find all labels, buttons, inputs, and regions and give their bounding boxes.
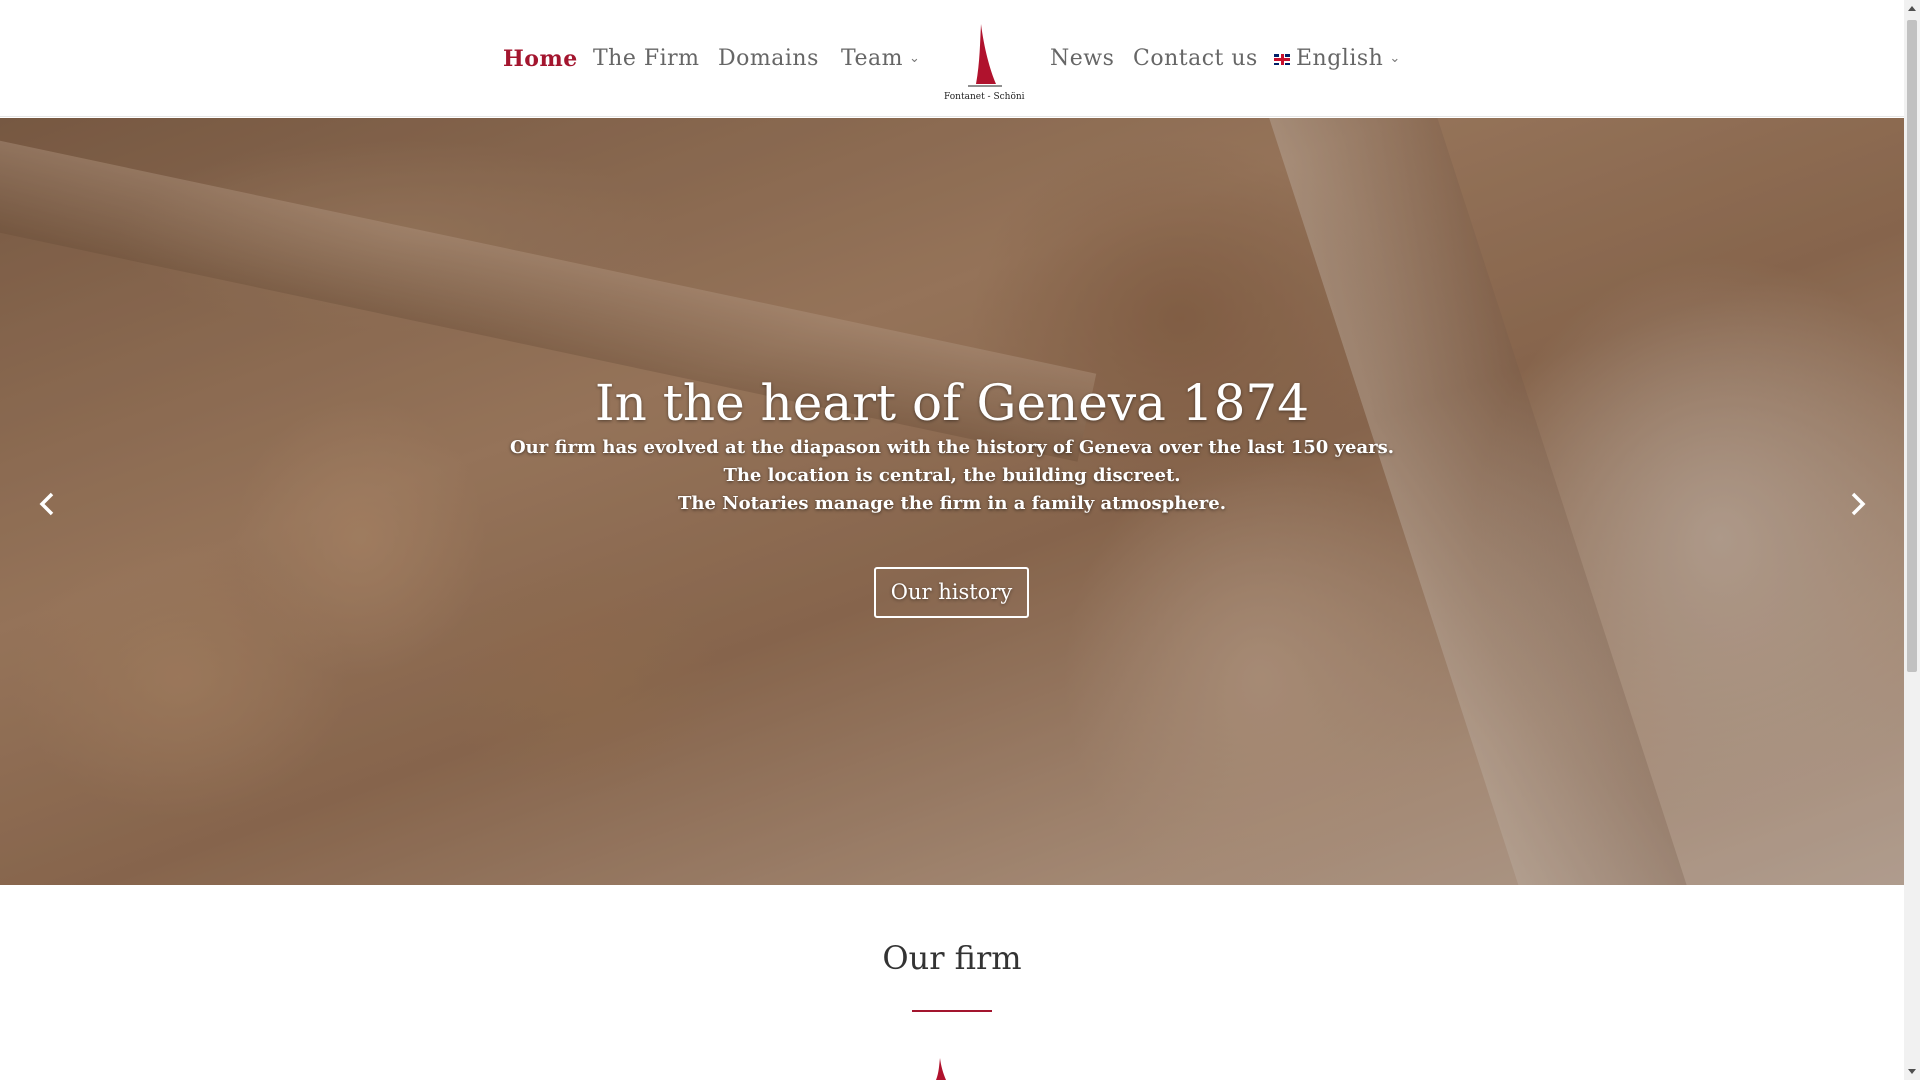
slider-next-button[interactable]: [1843, 484, 1873, 524]
slider-prev-button[interactable]: [32, 484, 62, 524]
nav-language[interactable]: English ⌄: [1274, 45, 1401, 76]
site-logo[interactable]: Fontanet - Schöni: [944, 22, 1025, 102]
chevron-down-icon: ⌄: [908, 51, 921, 66]
nav-language-label: English: [1296, 46, 1384, 71]
page-scrollbar[interactable]: [1904, 0, 1920, 1080]
chevron-down-icon: ⌄: [1389, 51, 1401, 66]
nav-home[interactable]: Home: [503, 45, 578, 73]
scroll-up-arrow-icon[interactable]: [1904, 0, 1920, 17]
scroll-down-arrow-icon[interactable]: [1904, 1063, 1920, 1080]
hero-text-line: The location is central, the building di…: [723, 465, 1181, 486]
section-divider: [912, 1010, 992, 1012]
nav-domains[interactable]: Domains: [718, 45, 819, 73]
our-history-button[interactable]: Our history: [874, 567, 1029, 618]
sail-logo-icon: [930, 1058, 950, 1080]
sail-logo-icon: [968, 24, 1002, 87]
section-title: Our firm: [882, 939, 1022, 977]
hero-text-line: Our firm has evolved at the diapason wit…: [509, 437, 1395, 458]
hero-title: In the heart of Geneva 1874: [594, 374, 1310, 432]
nav-contact-us[interactable]: Contact us: [1133, 45, 1258, 73]
chevron-right-icon: [1851, 492, 1866, 516]
logo-text: Fontanet - Schöni: [944, 92, 1025, 102]
scrollbar-thumb[interactable]: [1907, 20, 1917, 672]
nav-team[interactable]: Team ⌄: [841, 45, 920, 76]
uk-flag-icon: [1274, 54, 1290, 65]
chevron-left-icon: [39, 492, 54, 516]
hero-text-line: The Notaries manage the firm in a family…: [677, 493, 1227, 514]
hero-slider: In the heart of Geneva 1874 Our firm has…: [0, 118, 1904, 885]
nav-news[interactable]: News: [1050, 45, 1114, 73]
nav-the-firm[interactable]: The Firm: [593, 45, 700, 73]
nav-team-label: Team: [841, 46, 903, 71]
site-header: Home The Firm Domains Team ⌄ Fontanet - S…: [0, 0, 1904, 117]
